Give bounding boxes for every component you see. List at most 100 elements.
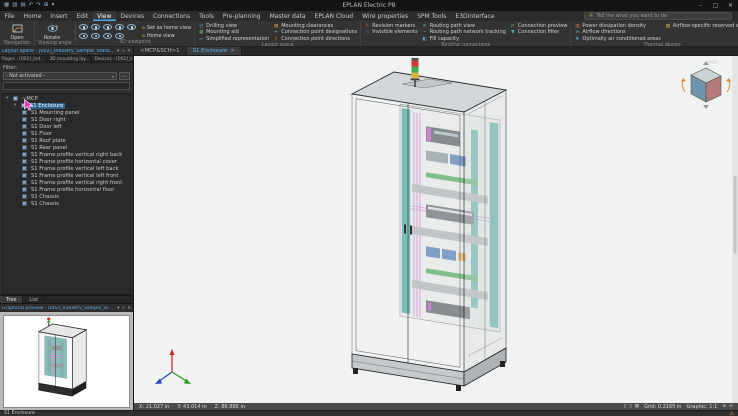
menu-tab[interactable]: Pre-planning [218,11,265,21]
tree-item-enclosure[interactable]: ▾ S1 Enclosure [3,102,130,109]
view-top-icon[interactable] [127,24,136,30]
pin-icon[interactable]: ⊹ [122,306,126,311]
view-iso2-icon[interactable] [103,33,112,39]
tree-item-root[interactable]: ▾ ~MCP [3,95,130,102]
docked-panel-tab[interactable]: 3D mounting lay... [47,56,92,62]
tree-item[interactable]: S1 Mounting panel [3,109,130,116]
tree-item[interactable]: S1 Frame profile horizontal floor [3,186,130,193]
maximize-icon[interactable]: ▢ [708,0,723,11]
drilling-view-icon: ◎ [198,24,204,30]
twisty-icon[interactable]: ▾ [14,103,19,108]
document-tab-row: Layout space - [002]_Industry_Sample_Sta… [0,47,738,56]
filter-more-button[interactable]: ... [119,72,130,80]
set-home-view-button[interactable]: ⌂ Set as home view [142,25,192,31]
menu-tab[interactable]: Wire properties [358,11,413,21]
preview-canvas[interactable] [0,312,133,410]
docked-panel-tab[interactable]: Devices - [002]_In... [92,56,133,62]
home-view-button[interactable]: ⌂ Home view [142,33,192,39]
close-icon[interactable]: ✕ [127,306,131,311]
zoom-in-icon[interactable]: ⊕ [722,404,726,409]
view-front-icon[interactable] [79,24,88,30]
rotate-button[interactable]: Rotate [38,22,66,41]
open-icon [12,23,23,34]
tree-item[interactable]: S1 Frame profile vertical left back [3,165,130,172]
menu-tab[interactable]: SPM Tools [413,11,451,21]
tree-item[interactable]: S1 Roof plate [3,137,130,144]
ribbon-item[interactable]: ◌Invisible elements [364,30,417,36]
vertical-scrollbar[interactable] [732,56,738,403]
zoom-out-icon[interactable]: ⊖ [729,404,733,409]
view-cube[interactable] [681,60,731,109]
tree-item[interactable]: S1 Chassis [3,200,130,207]
twisty-icon[interactable]: ▾ [6,96,11,101]
tree-item[interactable]: S1 Frame profile vertical right front [3,179,130,186]
view-left-icon[interactable] [103,24,112,30]
pin-icon[interactable]: ⊹ [121,49,125,54]
enclosure-3d-model[interactable] [352,72,506,391]
menu-tab[interactable]: E3DInterface [451,11,499,21]
quick-access-icon[interactable]: ▦ [4,0,9,11]
airflow-directions-icon: ≫ [574,30,580,36]
warning-icon[interactable]: ⚠ [730,411,734,416]
docked-panel-tab[interactable]: Pages - [002]_Ind... [0,56,47,62]
quick-access-icon[interactable]: ▤ [20,0,25,11]
close-icon[interactable]: ✕ [723,0,738,11]
preview-enclosure-drawing [4,316,129,407]
open-button[interactable]: Open [3,22,31,41]
mounting-aid-icon: ▦ [198,30,204,36]
quick-access-icon[interactable]: ▥ [12,0,17,11]
tree-item[interactable]: S1 Frame profile vertical right back [3,151,130,158]
editor-tab[interactable]: S1 Enclosure ✕ [187,47,242,55]
tree-item[interactable]: S1 Door left [3,123,130,130]
search-input[interactable]: ☼ Tell me what you want to do [584,12,732,20]
tree-item[interactable]: S1 Door right [3,116,130,123]
grid-setting[interactable]: Grid: 0.2165 in [644,404,681,410]
menu-tab[interactable]: File [0,11,19,21]
quick-access-icon[interactable]: ⊞ [44,0,49,11]
sidebar: Pages - [002]_Ind...3D mounting lay...De… [0,56,134,410]
menu-tab[interactable]: Edit [72,11,93,21]
menu-tab[interactable]: View [93,11,116,21]
tree-view-tab[interactable]: Tree [0,296,23,303]
menu-tab[interactable]: Devices [116,11,149,21]
group-label: 3D viewpoint [79,40,192,46]
graphical-preview-panel: Graphical preview - [002]_Industry_Sampl… [0,303,133,410]
menu-tab[interactable]: Connections [149,11,195,21]
minimize-icon[interactable]: – [693,0,708,11]
editor-tab[interactable]: <MCP&SCH>1 [134,47,187,55]
graphic-scale[interactable]: Graphic: 1:1 [686,404,717,410]
menu-tab[interactable]: Insert [46,11,72,21]
page-icon[interactable]: ▯ [624,404,627,409]
filter-select[interactable]: - Not activated - ▾ [3,72,117,80]
ribbon-item[interactable]: ▼Connection filter [510,30,568,36]
quick-access-icon[interactable]: ▾ [51,0,54,11]
menu-tab[interactable]: EPLAN Cloud [310,11,358,21]
ribbon-item[interactable]: ▧Airflow-specific reserved areas [665,24,738,30]
tree-item[interactable]: S1 Frame profile horizontal cover [3,158,130,165]
chevron-down-icon[interactable]: ▾ [117,306,119,311]
view-right-icon[interactable] [115,24,124,30]
tree-item[interactable]: S1 Frame profile vertical left front [3,172,130,179]
tree-item[interactable]: S1 Floor [3,130,130,137]
routing-path-view-icon: ≋ [422,24,428,30]
view-iso3-icon[interactable] [115,33,124,39]
menu-tab[interactable]: Tools [195,11,219,21]
layer-icon[interactable]: ▦ [635,404,639,409]
tree-item[interactable]: S1 Rear panel [3,144,130,151]
quick-access-icon[interactable]: ↶ [29,0,34,11]
layout-space-panel-tab[interactable]: Layout space - [002]_Industry_Sample_Sta… [0,47,134,55]
menu-tab[interactable]: Home [19,11,46,21]
menu-tab[interactable]: Master data [265,11,310,21]
chevron-down-icon[interactable]: ▾ [117,49,119,54]
tree-item[interactable]: S1 Chassis [3,193,130,200]
view-iso-icon[interactable] [91,33,100,39]
quick-access-icon[interactable]: ↷ [36,0,41,11]
view-bottom-icon[interactable] [79,33,88,39]
filter-value-input[interactable] [3,82,130,90]
close-icon[interactable]: ✕ [127,49,131,54]
page-icon[interactable]: ▯ [629,404,632,409]
layout-space-3d-canvas[interactable] [134,56,738,403]
close-icon[interactable]: ✕ [230,48,234,54]
view-back-icon[interactable] [91,24,100,30]
tree-view-tab[interactable]: List [23,296,45,303]
